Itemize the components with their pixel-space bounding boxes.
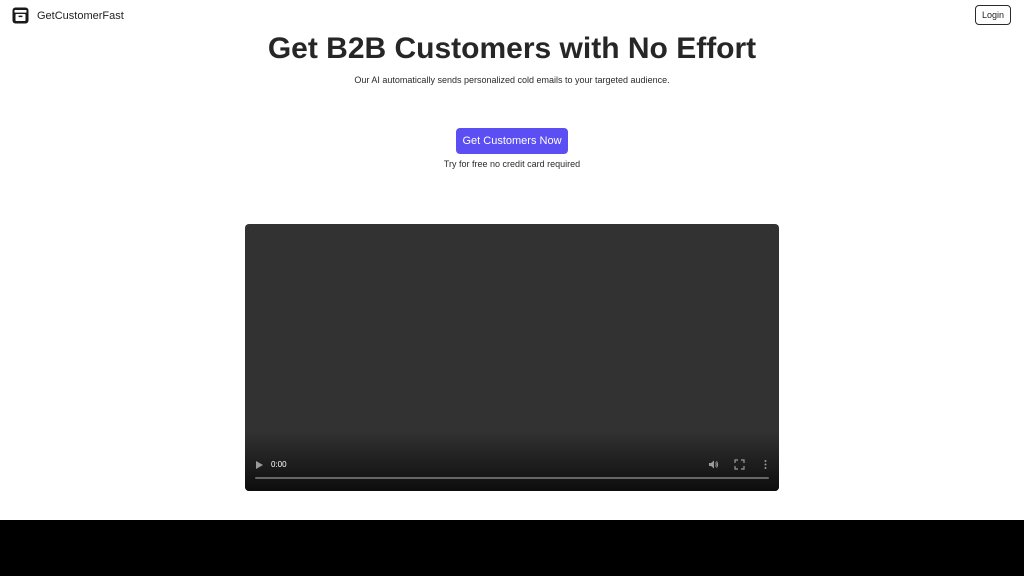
hero-title: Get B2B Customers with No Effort xyxy=(267,32,757,65)
get-customers-button[interactable]: Get Customers Now xyxy=(456,128,568,154)
demo-video-player[interactable]: 0:00 xyxy=(245,224,779,491)
brand-logo-link[interactable]: GetCustomerFast xyxy=(12,7,124,24)
fullscreen-icon[interactable] xyxy=(734,459,745,470)
video-controls-bar: 0:00 xyxy=(245,451,779,491)
login-button[interactable]: Login xyxy=(974,5,1011,25)
volume-icon[interactable] xyxy=(708,459,719,470)
archive-box-icon xyxy=(12,7,29,24)
video-current-time: 0:00 xyxy=(271,460,287,469)
video-progress-bar[interactable] xyxy=(255,477,769,479)
cta-note: Try for free no credit card required xyxy=(443,159,581,169)
play-icon[interactable] xyxy=(254,460,264,470)
landing-page: GetCustomerFast Login Get B2B Customers … xyxy=(0,0,1024,576)
top-header: GetCustomerFast Login xyxy=(0,0,1024,32)
hero-subtitle: Our AI automatically sends personalized … xyxy=(354,75,670,85)
more-options-icon[interactable] xyxy=(760,459,771,470)
brand-name: GetCustomerFast xyxy=(37,9,124,22)
footer-band xyxy=(0,520,1024,576)
